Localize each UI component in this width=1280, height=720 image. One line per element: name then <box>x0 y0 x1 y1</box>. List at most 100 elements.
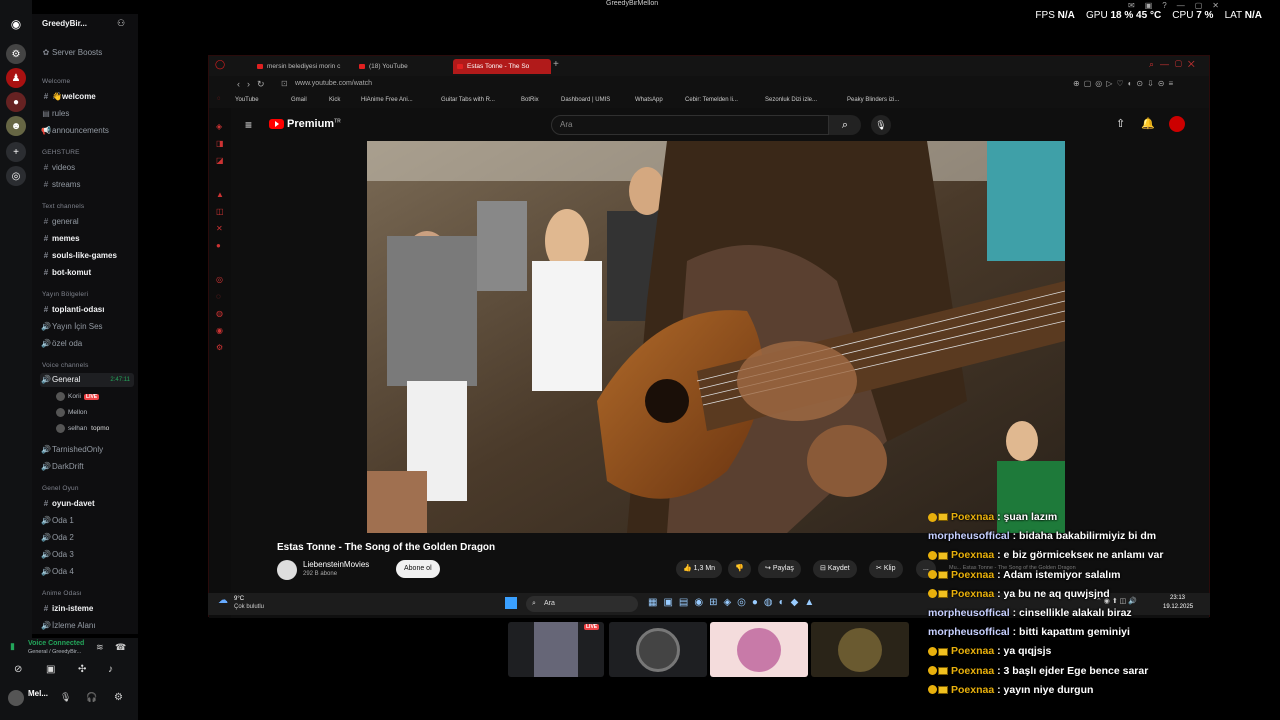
bookmark[interactable]: Gmail <box>291 97 307 103</box>
dislike-button[interactable]: 👎 <box>728 560 751 578</box>
channel-ozel-oda[interactable]: 🔊özel oda <box>40 337 134 351</box>
bell-icon[interactable]: 🔔 <box>1141 117 1155 130</box>
mic-icon[interactable]: 🎙 <box>60 692 71 703</box>
channel-toplanti[interactable]: # toplanti-odası <box>40 303 134 317</box>
category-voice[interactable]: Voice channels <box>42 362 89 369</box>
user-tile[interactable] <box>609 622 707 677</box>
category-text[interactable]: Text channels <box>42 203 84 210</box>
extensions-icons[interactable]: ⊕▢◎▷♡◐⊙⇩⊝≡ <box>1073 79 1177 88</box>
server-icon[interactable]: ☻ <box>6 116 26 136</box>
tab[interactable]: mersin belediyesi morin c <box>253 59 349 74</box>
sidebar-icons[interactable]: ◈ ◨ ◪ ▲ ◫ ✕ ● ◎ ◌ ◍ ◉ ⚙ <box>216 118 224 356</box>
url-field[interactable]: www.youtube.com/watch <box>295 80 372 87</box>
chat-username[interactable]: Poexnaa <box>951 511 994 523</box>
new-tab-icon[interactable]: + <box>553 59 559 70</box>
opera-icon[interactable]: ◯ <box>215 59 225 70</box>
nav-icons[interactable]: ‹›↻ <box>237 79 272 90</box>
server-name[interactable]: GreedyBir... <box>42 19 87 28</box>
windows-start-icon[interactable] <box>505 597 517 609</box>
bookmark[interactable]: Sezonluk Dizi izle... <box>765 97 817 103</box>
channel-izleme-alani[interactable]: 🔊İzleme Alanı <box>40 619 134 633</box>
channel-oda4[interactable]: 🔊Oda 4 <box>40 565 134 579</box>
channel-memes[interactable]: # memes <box>40 232 134 246</box>
channel-welcome[interactable]: # 👋welcome <box>40 90 134 104</box>
bookmark[interactable]: HiAnime Free Ani... <box>361 97 413 103</box>
video-off-icon[interactable]: ⊘ <box>14 664 22 675</box>
bookmark[interactable]: Peaky Blinders izi... <box>847 97 899 103</box>
youtube-logo[interactable]: PremiumTR <box>269 118 341 130</box>
save-button[interactable]: ⊟ Kaydet <box>813 560 857 578</box>
bookmark[interactable]: BotRix <box>521 97 539 103</box>
server-icon[interactable]: ♟ <box>6 68 26 88</box>
share-button[interactable]: ↪ Paylaş <box>758 560 801 578</box>
search-input[interactable]: Ara <box>551 115 829 135</box>
category-anime[interactable]: Anime Odası <box>42 590 82 597</box>
activities-icon[interactable]: ✣ <box>78 664 86 675</box>
channel-botkomut[interactable]: # bot-komut <box>40 266 134 280</box>
channel-oda3[interactable]: 🔊Oda 3 <box>40 548 134 562</box>
chat-username[interactable]: Poexnaa <box>951 665 994 677</box>
discord-home-icon[interactable]: ◉ <box>6 14 26 34</box>
chat-username[interactable]: morpheusoffical <box>928 607 1010 619</box>
tab-active[interactable]: Estas Tonne - The So <box>453 59 551 74</box>
channel-souls[interactable]: # souls-like-games <box>40 249 134 263</box>
channel-avatar[interactable] <box>277 560 297 580</box>
channel-izin-isteme[interactable]: # izin-isteme <box>40 602 134 616</box>
voice-status[interactable]: Voice Connected <box>28 640 84 647</box>
category-yayin[interactable]: Yayın Bölgeleri <box>42 291 88 298</box>
channel-rules[interactable]: ▤ rules <box>40 107 134 121</box>
category-welcome[interactable]: Welcome <box>42 78 70 85</box>
chat-username[interactable]: Poexnaa <box>951 569 994 581</box>
chat-username[interactable]: morpheusoffical <box>928 530 1010 542</box>
disconnect-icon[interactable]: ☎ <box>115 642 126 653</box>
tab[interactable]: (18) YouTube <box>355 59 447 74</box>
settings-icon[interactable]: ⚙ <box>114 692 123 703</box>
chat-username[interactable]: morpheusoffical <box>928 626 1010 638</box>
user-tile[interactable] <box>710 622 808 677</box>
server-icon[interactable]: ⚙ <box>6 44 26 64</box>
avatar[interactable] <box>1169 116 1185 132</box>
chat-username[interactable]: Poexnaa <box>951 549 994 561</box>
stream-tile[interactable]: LIVE <box>508 622 604 677</box>
bookmark[interactable]: Kick <box>329 97 340 103</box>
voice-user[interactable]: Mellon <box>56 407 87 419</box>
noise-icon[interactable]: ≋ <box>96 642 104 653</box>
voice-user[interactable]: Korii LIVE <box>56 391 100 403</box>
category-genel-oyun[interactable]: Genel Oyun <box>42 485 79 492</box>
voice-user[interactable]: selhan topmo <box>56 423 109 435</box>
menu-icon[interactable]: ≡ <box>245 118 252 132</box>
channel-name[interactable]: LiebensteinMovies <box>303 560 369 569</box>
voice-channel-general[interactable]: 🔊General 2:47:11 <box>40 373 134 387</box>
headphones-icon[interactable]: 🎧 <box>86 692 97 703</box>
taskbar-apps[interactable]: ▦▣▤◉⊞◈◎●◍◐◆▲ <box>648 597 820 608</box>
channel-tarnished[interactable]: 🔊TarnishedOnly <box>40 443 134 457</box>
category-gehsture[interactable]: GEHSTURE <box>42 149 80 156</box>
invite-icon[interactable]: ⚇ <box>117 18 125 29</box>
bookmark[interactable]: Cebir: Temelden li... <box>685 97 738 103</box>
bookmark[interactable]: YouTube <box>235 97 259 103</box>
like-button[interactable]: 👍 1,3 Mn <box>676 560 723 578</box>
window-buttons[interactable]: ⌕—▢✕ <box>1149 59 1201 70</box>
bookmark[interactable]: Dashboard | UMIS <box>561 97 610 103</box>
chat-username[interactable]: Poexnaa <box>951 684 994 696</box>
upload-icon[interactable]: ⇧ <box>1116 117 1125 130</box>
bookmark[interactable]: WhatsApp <box>635 97 663 103</box>
avatar[interactable] <box>8 690 24 706</box>
add-server-icon[interactable]: + <box>6 142 26 162</box>
user-name[interactable]: Mel... <box>28 689 48 698</box>
server-boosts-link[interactable]: ✿ Server Boosts <box>40 46 134 60</box>
video-player[interactable] <box>367 141 1065 533</box>
user-tile[interactable] <box>811 622 909 677</box>
soundboard-icon[interactable]: ♪ <box>108 664 113 675</box>
channel-oyun-davet[interactable]: # oyun-davet <box>40 497 134 511</box>
taskbar-search[interactable]: ⌕ Ara <box>526 596 638 612</box>
channel-videos[interactable]: # videos <box>40 161 134 175</box>
weather-icon[interactable]: ☁ <box>218 595 228 606</box>
channel-streams[interactable]: # streams <box>40 178 134 192</box>
channel-general[interactable]: # general <box>40 215 134 229</box>
mic-icon[interactable]: 🎙 <box>871 115 891 135</box>
channel-yayin-icin-ses[interactable]: 🔊Yayın İçin Ses <box>40 320 134 334</box>
channel-announcements[interactable]: 📢announcements <box>40 124 134 138</box>
subscribe-button[interactable]: Abone ol <box>396 560 440 578</box>
server-icon[interactable]: ● <box>6 92 26 112</box>
